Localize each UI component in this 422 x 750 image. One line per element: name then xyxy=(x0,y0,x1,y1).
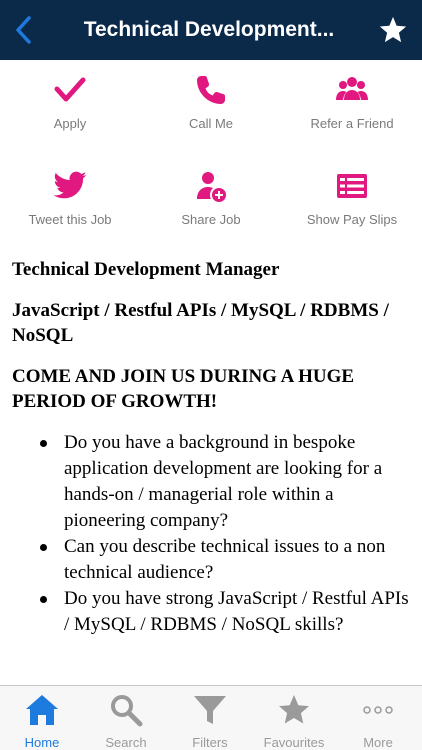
back-button[interactable] xyxy=(6,10,40,50)
headline-heading: COME AND JOIN US DURING A HUGE PERIOD OF… xyxy=(12,366,355,412)
list-icon xyxy=(337,174,367,198)
tab-home[interactable]: Home xyxy=(0,686,84,750)
tab-search-label: Search xyxy=(105,735,147,750)
job-title-heading: Technical Development Manager xyxy=(12,259,280,280)
refer-a-friend-button[interactable]: Refer a Friend xyxy=(282,60,422,150)
refer-a-friend-label: Refer a Friend xyxy=(310,116,394,131)
twitter-icon xyxy=(53,171,87,199)
tab-search[interactable]: Search xyxy=(84,686,168,750)
chevron-left-icon xyxy=(16,16,31,44)
home-icon xyxy=(26,695,58,725)
people-icon xyxy=(336,77,368,100)
call-me-button[interactable]: Call Me xyxy=(141,60,281,150)
filter-icon xyxy=(194,696,226,724)
job-actions: Apply Call Me Refer a Friend Tweet this … xyxy=(0,60,422,250)
tweet-this-job-button[interactable]: Tweet this Job xyxy=(0,156,140,246)
call-me-label: Call Me xyxy=(188,116,234,131)
skills-heading: JavaScript / Restful APIs / MySQL / RDBM… xyxy=(12,300,389,346)
tab-filters-label: Filters xyxy=(192,735,228,750)
requirements-list: Do you have a background in bespoke appl… xyxy=(12,430,410,638)
navigation-bar: Technical Development... xyxy=(0,0,422,60)
tab-more[interactable]: More xyxy=(336,686,420,750)
share-job-label: Share Job xyxy=(181,212,241,227)
job-description: Technical Development Manager JavaScript… xyxy=(0,250,422,685)
more-icon xyxy=(363,706,393,714)
phone-icon xyxy=(197,76,225,104)
tab-home-label: Home xyxy=(24,735,60,750)
star-icon xyxy=(279,695,309,724)
share-job-button[interactable]: Share Job xyxy=(141,156,281,246)
checkmark-icon xyxy=(54,77,86,102)
tab-bar: Home Search Filters Favourites More xyxy=(0,685,422,750)
show-pay-slips-button[interactable]: Show Pay Slips xyxy=(282,156,422,246)
show-pay-slips-label: Show Pay Slips xyxy=(306,212,398,227)
star-icon xyxy=(379,16,407,43)
search-icon xyxy=(111,695,143,727)
favourite-button[interactable] xyxy=(372,10,414,50)
tab-filters[interactable]: Filters xyxy=(168,686,252,750)
tab-more-label: More xyxy=(363,735,393,750)
add-user-icon xyxy=(197,172,226,202)
apply-button[interactable]: Apply xyxy=(0,60,140,150)
apply-label: Apply xyxy=(53,116,87,131)
tab-favourites-label: Favourites xyxy=(263,735,325,750)
page-title: Technical Development... xyxy=(83,18,335,41)
tweet-this-job-label: Tweet this Job xyxy=(28,212,112,227)
list-item: Do you have a background in bespoke appl… xyxy=(40,430,410,534)
tab-favourites[interactable]: Favourites xyxy=(252,686,336,750)
list-item: Can you describe technical issues to a n… xyxy=(40,534,410,586)
list-item: Do you have strong JavaScript / Restful … xyxy=(40,586,410,638)
